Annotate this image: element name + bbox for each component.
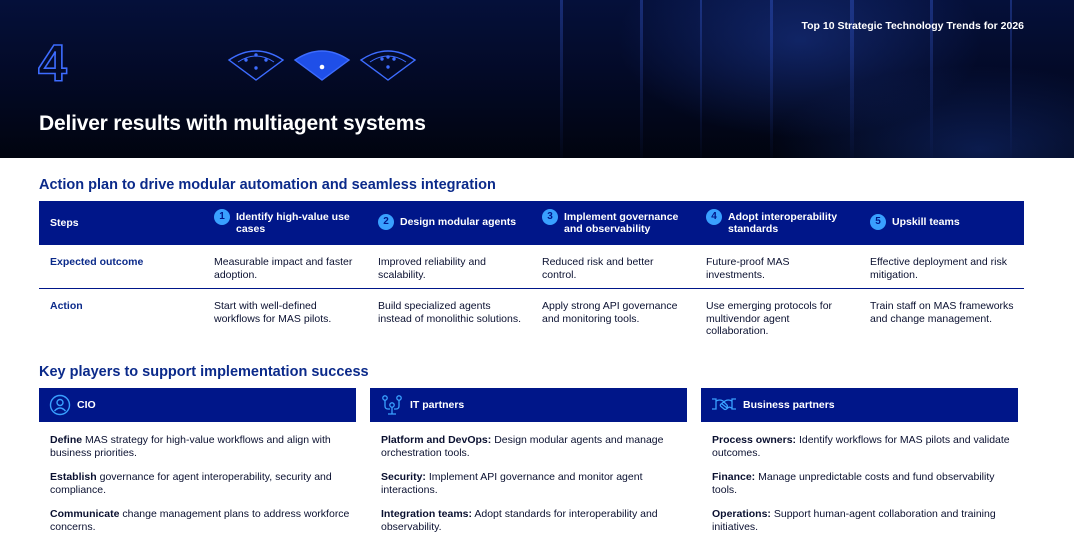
list-item: Communicate change management plans to a… (50, 508, 350, 533)
fan-filled-icon (293, 50, 351, 81)
action-plan-title: Action plan to drive modular automation … (39, 177, 496, 193)
fan-outline-icon (359, 50, 417, 81)
table-cell: Build specialized agents instead of mono… (378, 300, 521, 325)
list-item: Operations: Support human-agent collabor… (712, 508, 996, 533)
report-title: Top 10 Strategic Technology Trends for 2… (801, 20, 1025, 32)
step-label: Design modular agents (400, 216, 517, 228)
list-item: Define MAS strategy for high-value workf… (50, 434, 331, 459)
list-item: Finance: Manage unpredictable costs and … (712, 471, 995, 496)
player-card-cio: CIO Define MAS strategy for high-value w… (39, 388, 356, 545)
person-badge-icon (49, 394, 71, 416)
table-cell: Effective deployment and risk mitigation… (870, 256, 1007, 281)
key-players-grid: CIO Define MAS strategy for high-value w… (39, 388, 1024, 545)
table-cell: Train staff on MAS frameworks and change… (870, 300, 1014, 325)
player-name: Business partners (743, 399, 835, 411)
list-item: Process owners: Identify workflows for M… (712, 434, 1010, 459)
step-label: Adopt interoperability standards (728, 211, 838, 235)
step-header: 2 Design modular agents (367, 214, 531, 230)
list-item: Integration teams: Adopt standards for i… (381, 508, 658, 533)
row-label: Expected outcome (50, 256, 144, 268)
step-header: 5 Upskill teams (859, 214, 1024, 230)
table-cell: Future-proof MAS investments. (706, 256, 790, 281)
player-card-it-partners: IT partners Platform and DevOps: Design … (370, 388, 687, 545)
trend-number: 4 (38, 38, 68, 88)
page-title: Deliver results with multiagent systems (39, 112, 426, 135)
table-row: Expected outcome Measurable impact and f… (39, 245, 1024, 289)
step-header: 4 Adopt interoperability standards (695, 209, 859, 235)
list-item: Security: Implement API governance and m… (381, 471, 643, 496)
key-players-title: Key players to support implementation su… (39, 364, 369, 380)
step-number-badge: 2 (378, 214, 394, 230)
row-label: Action (50, 300, 83, 312)
trend-number-text: 4 (38, 38, 67, 88)
action-plan-table: Steps 1 Identify high-value use cases 2 … (39, 201, 1024, 343)
list-item: Platform and DevOps: Design modular agen… (381, 434, 664, 459)
player-name: IT partners (410, 399, 465, 411)
agent-fan-icons (226, 46, 418, 82)
step-label: Identify high-value use cases (236, 211, 350, 235)
table-cell: Start with well-defined workflows for MA… (214, 300, 332, 325)
table-cell: Measurable impact and faster adoption. (214, 256, 353, 281)
network-people-icon (382, 395, 402, 415)
table-header-row: Steps 1 Identify high-value use cases 2 … (39, 201, 1024, 245)
step-header: 1 Identify high-value use cases (203, 209, 367, 235)
player-name: CIO (77, 399, 96, 411)
table-cell: Use emerging protocols for multivendor a… (706, 300, 833, 337)
player-card-header: IT partners (370, 388, 687, 422)
table-row: Action Start with well-defined workflows… (39, 289, 1024, 343)
step-number-badge: 5 (870, 214, 886, 230)
table-cell: Improved reliability and scalability. (378, 256, 486, 281)
steps-label: Steps (50, 217, 79, 229)
player-card-business-partners: Business partners Process owners: Identi… (701, 388, 1018, 545)
step-header: 3 Implement governance and observability (531, 209, 695, 235)
step-number-badge: 3 (542, 209, 558, 225)
step-number-badge: 1 (214, 209, 230, 225)
table-cell: Apply strong API governance and monitori… (542, 300, 678, 325)
step-label: Implement governance and observability (564, 211, 679, 235)
fan-outline-icon (227, 50, 285, 81)
table-cell: Reduced risk and better control. (542, 256, 654, 281)
hero-banner: Top 10 Strategic Technology Trends for 2… (0, 0, 1074, 158)
player-card-header: Business partners (701, 388, 1018, 422)
handshake-icon (712, 398, 736, 411)
step-number-badge: 4 (706, 209, 722, 225)
list-item: Establish governance for agent interoper… (50, 471, 332, 496)
step-label: Upskill teams (892, 216, 960, 228)
player-card-header: CIO (39, 388, 356, 422)
